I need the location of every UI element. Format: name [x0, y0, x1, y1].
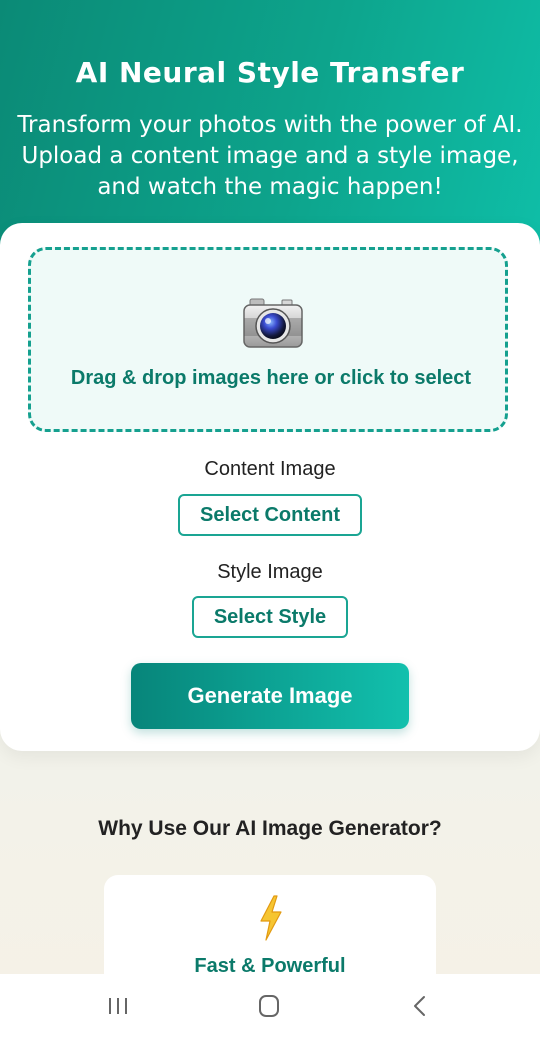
style-image-label: Style Image	[217, 561, 323, 583]
back-icon[interactable]	[400, 992, 440, 1020]
dropzone-text: Drag & drop images here or click to sele…	[70, 367, 472, 389]
page-title: AI Neural Style Transfer	[75, 56, 465, 89]
system-navigation-bar	[0, 974, 540, 1038]
subtitle-line: Upload a content image and a style image…	[21, 143, 519, 169]
content-image-label: Content Image	[204, 458, 336, 480]
page-subtitle: Transform your photos with the power of …	[0, 110, 540, 203]
upload-card: Drag & drop images here or click to sele…	[0, 223, 540, 751]
camera-icon	[243, 298, 303, 348]
image-dropzone[interactable]: Drag & drop images here or click to sele…	[28, 247, 508, 432]
generate-image-button[interactable]: Generate Image	[131, 663, 409, 729]
select-content-button[interactable]: Select Content	[178, 494, 362, 536]
lightning-bolt-icon	[260, 895, 282, 941]
select-style-button[interactable]: Select Style	[192, 596, 348, 638]
recent-apps-icon[interactable]	[98, 992, 138, 1020]
subtitle-line: and watch the magic happen!	[97, 174, 443, 200]
why-section-title: Why Use Our AI Image Generator?	[98, 817, 442, 840]
subtitle-line: Transform your photos with the power of …	[17, 112, 523, 138]
home-icon[interactable]	[249, 992, 289, 1020]
